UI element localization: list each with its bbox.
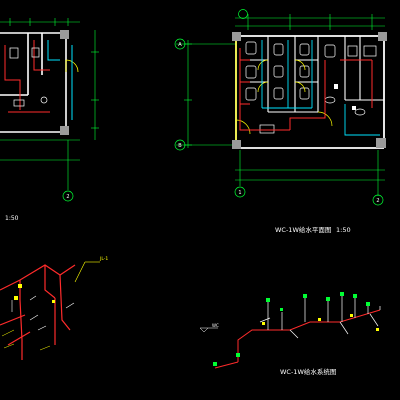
grid-label-b: B <box>178 143 182 149</box>
cad-drawing-canvas: 2 1:50 A B 1 2 WC-1W给水平面图 1:50 JL-1 WC W… <box>0 9 387 376</box>
grid-label-1: 1 <box>238 190 241 196</box>
level-tag: WC <box>212 323 219 328</box>
left-floor-plan: 2 1:50 <box>0 18 99 222</box>
left-plan-scale: 1:50 <box>5 215 19 222</box>
grid-label-2: 2 <box>376 198 379 204</box>
left-grid-label: 2 <box>66 194 69 200</box>
left-system-diagram: JL-1 <box>0 256 108 360</box>
grid-label-a: A <box>178 42 182 48</box>
riser-tag: JL-1 <box>99 256 108 262</box>
plan-scale: 1:50 <box>336 226 351 234</box>
plan-title: WC-1W给水平面图 <box>275 225 331 234</box>
right-system-diagram: WC WC-1W给水系统图 <box>199 292 381 376</box>
system-title: WC-1W给水系统图 <box>280 367 336 376</box>
right-floor-plan: A B 1 2 WC-1W给水平面图 1:50 <box>174 9 387 234</box>
